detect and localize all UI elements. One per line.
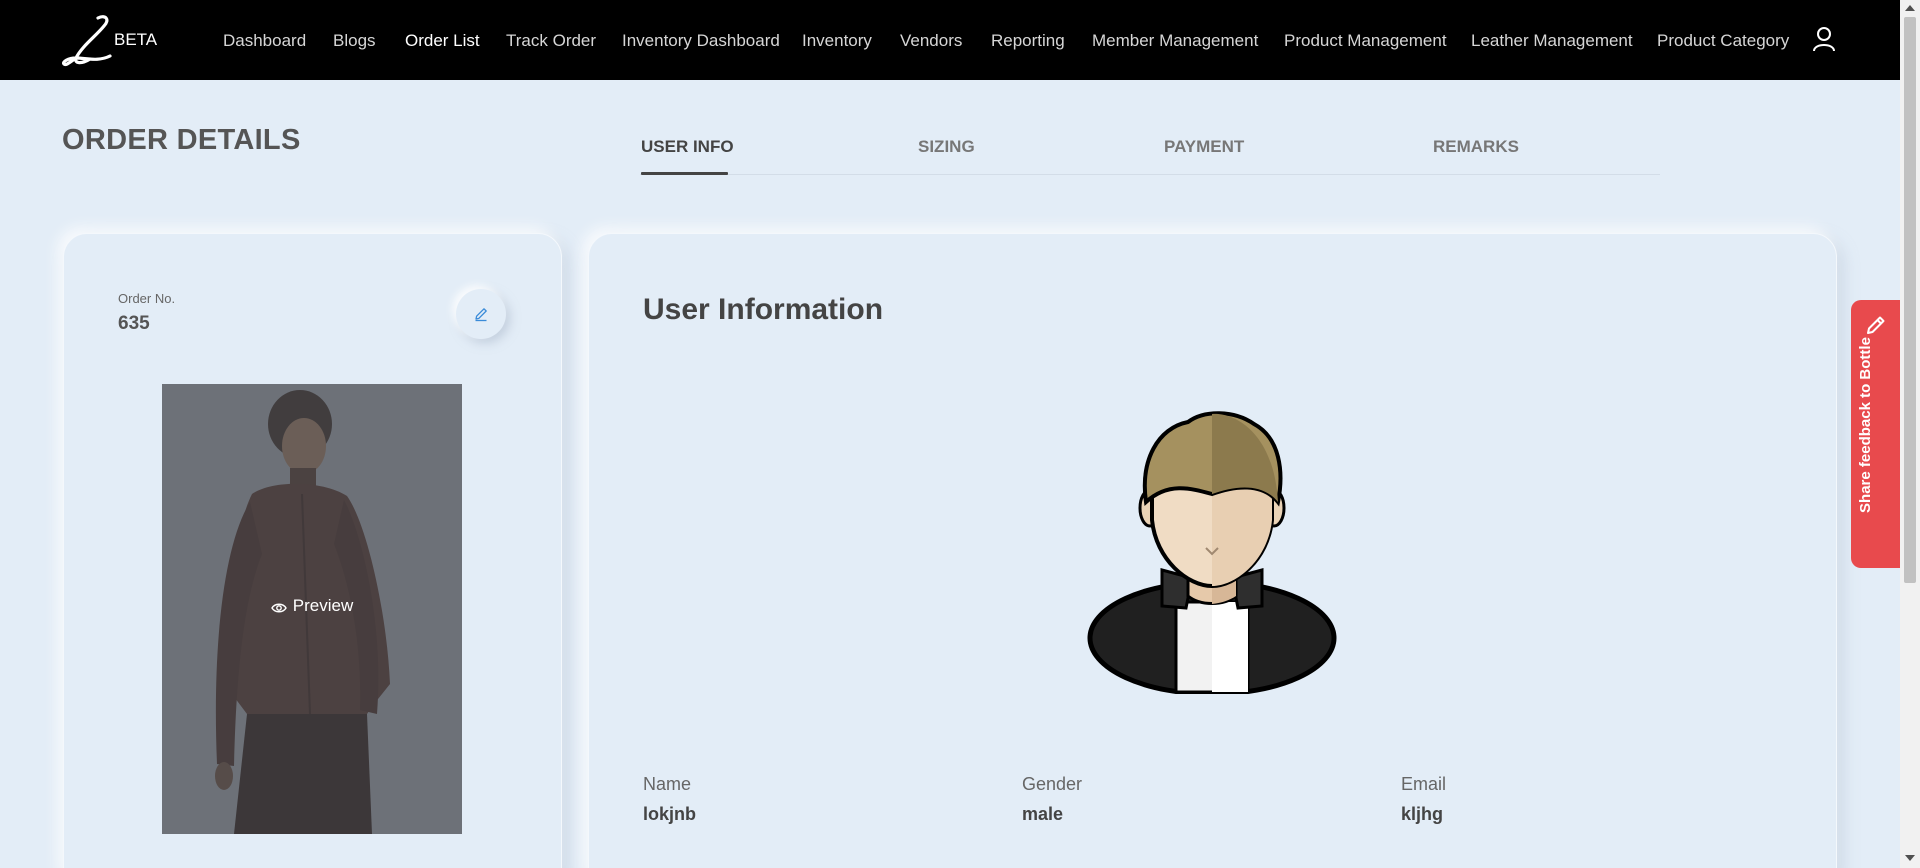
top-navbar: BETA Dashboard Blogs Order List Track Or… — [0, 0, 1900, 80]
gender-label: Gender — [1022, 774, 1083, 794]
scroll-up-arrow-icon[interactable] — [1905, 5, 1915, 11]
nav-leather-management[interactable]: Leather Management — [1471, 31, 1633, 51]
tabs-divider — [640, 174, 1660, 175]
product-preview-image[interactable]: Preview — [162, 384, 462, 834]
nav-blogs[interactable]: Blogs — [333, 31, 376, 51]
tab-remarks[interactable]: REMARKS — [1433, 137, 1519, 157]
page-title: ORDER DETAILS — [62, 124, 301, 156]
scroll-thumb[interactable] — [1904, 17, 1916, 583]
nav-member-management[interactable]: Member Management — [1092, 31, 1258, 51]
user-avatar-icon — [1087, 411, 1337, 694]
tab-sizing[interactable]: SIZING — [918, 137, 975, 157]
preview-overlay[interactable]: Preview — [162, 596, 462, 616]
email-value: kljhg — [1401, 804, 1444, 824]
tab-payment[interactable]: PAYMENT — [1164, 137, 1244, 157]
nav-order-list[interactable]: Order List — [405, 31, 480, 51]
nav-inventory-dashboard[interactable]: Inventory Dashboard — [622, 31, 780, 51]
name-label: Name — [643, 774, 692, 794]
nav-vendors[interactable]: Vendors — [900, 31, 962, 51]
nav-track-order[interactable]: Track Order — [506, 31, 596, 51]
beta-badge: BETA — [114, 30, 158, 49]
scroll-down-arrow-icon[interactable] — [1905, 855, 1915, 861]
preview-label: Preview — [292, 596, 354, 615]
order-number-label: Order No. — [118, 291, 176, 306]
feedback-tab[interactable]: Share feedback to Bottle — [1851, 300, 1900, 568]
brand-logo[interactable] — [62, 12, 114, 68]
page-scrollbar[interactable] — [1900, 0, 1920, 868]
pencil-icon — [475, 308, 487, 322]
email-label: Email — [1401, 774, 1447, 794]
nav-inventory[interactable]: Inventory — [802, 31, 872, 51]
order-number: 635 — [118, 313, 150, 334]
eye-icon — [270, 603, 287, 613]
active-tab-indicator — [641, 172, 728, 175]
tab-user-info[interactable]: USER INFO — [641, 137, 734, 157]
nav-reporting[interactable]: Reporting — [991, 31, 1065, 51]
section-title: User Information — [643, 293, 884, 326]
nav-product-management[interactable]: Product Management — [1284, 31, 1447, 51]
user-icon[interactable] — [1812, 26, 1836, 52]
edit-order-button[interactable] — [456, 289, 506, 339]
name-value: lokjnb — [643, 804, 696, 824]
nav-dashboard[interactable]: Dashboard — [223, 31, 306, 51]
nav-product-category[interactable]: Product Category — [1657, 31, 1789, 51]
gender-value: male — [1022, 804, 1064, 824]
feedback-label: Share feedback to Bottle — [1857, 337, 1874, 513]
